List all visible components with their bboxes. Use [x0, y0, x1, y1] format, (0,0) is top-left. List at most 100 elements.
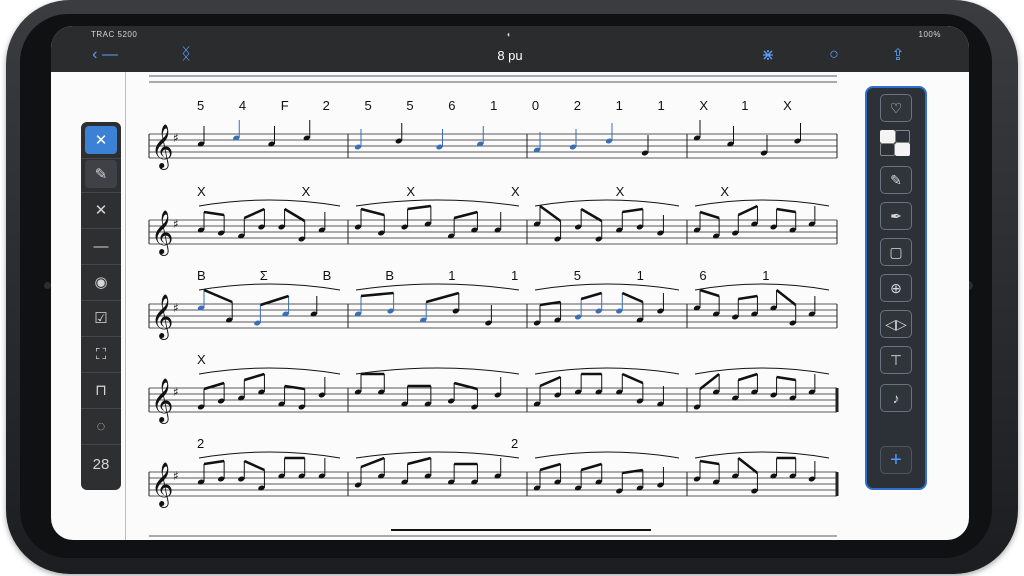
status-battery: 100% — [918, 30, 941, 39]
fingering-number: 4 — [239, 98, 246, 113]
heart-tag-icon[interactable]: ♡ — [880, 94, 912, 122]
status-carrier: TRAC 5200 — [91, 30, 138, 39]
beam — [283, 207, 306, 223]
fingering-number: 1 — [741, 98, 748, 113]
beam — [737, 457, 759, 474]
beam — [580, 207, 603, 223]
fingering-number: X — [699, 98, 708, 113]
treble-clef: 𝄞 — [151, 378, 173, 424]
toolbar-divider — [81, 192, 121, 193]
beam — [243, 207, 265, 220]
key-signature: ♯ — [173, 385, 179, 399]
treble-clef: 𝄞 — [151, 210, 173, 256]
toolbar-divider — [81, 158, 121, 159]
slur — [355, 451, 520, 459]
close-icon[interactable]: ✕ — [85, 126, 117, 154]
color-swatch[interactable] — [880, 130, 914, 160]
beam — [699, 288, 720, 298]
fingering-number: X — [783, 98, 792, 113]
fingering-number: X — [197, 352, 206, 367]
fingering-number: B — [323, 268, 332, 283]
toolbar-divider — [81, 444, 121, 445]
share-icon[interactable]: ⇪ — [887, 45, 909, 65]
fingering-number: 1 — [637, 268, 644, 283]
fingering-number: 5 — [364, 98, 371, 113]
beam — [539, 204, 562, 223]
stamp-icon[interactable]: ⊤ — [880, 346, 912, 374]
fingering-number: Σ — [260, 268, 268, 283]
slur — [198, 451, 341, 459]
notes-icon[interactable]: 28 — [85, 450, 117, 478]
fingering-number: 1 — [616, 98, 623, 113]
beam — [360, 456, 385, 469]
eye-icon[interactable]: ◉ — [85, 268, 117, 296]
edit-icon[interactable]: ✎ — [880, 166, 912, 194]
beam — [580, 291, 603, 301]
slur — [534, 199, 680, 207]
grid-icon[interactable]: ⋇ — [757, 45, 779, 65]
beam — [738, 294, 758, 301]
line-icon[interactable]: — — [85, 232, 117, 260]
camera-dot — [44, 282, 51, 289]
slur — [534, 451, 680, 459]
fingering-number: 1 — [762, 268, 769, 283]
beam — [737, 372, 758, 382]
slur — [534, 367, 680, 375]
treble-clef: 𝄞 — [151, 462, 173, 508]
x-icon[interactable]: ✕ — [85, 196, 117, 224]
key-signature: ♯ — [173, 217, 179, 231]
frame-icon[interactable]: ⊓ — [85, 376, 117, 404]
fingering-number: X — [511, 184, 520, 199]
beam — [203, 210, 225, 217]
fingering-number: 1 — [658, 98, 665, 113]
key-signature: ♯ — [173, 301, 179, 315]
slur — [355, 283, 520, 291]
music-icon[interactable]: ♪ — [880, 384, 912, 412]
fingering-number: X — [616, 184, 625, 199]
globe-icon[interactable]: ⊕ — [880, 274, 912, 302]
selection-icon[interactable]: ⛶ — [85, 340, 117, 368]
toolbar-divider — [81, 372, 121, 373]
beam — [699, 459, 720, 466]
beam — [775, 289, 797, 306]
check-box-icon[interactable]: ☑ — [85, 304, 117, 332]
beam — [737, 204, 758, 217]
status-indicator: ◖ — [506, 30, 512, 39]
beam — [360, 207, 385, 217]
beam — [407, 456, 432, 466]
add-button[interactable]: + — [880, 446, 912, 474]
beam — [776, 207, 796, 214]
pencil-icon[interactable]: ✎ — [85, 160, 117, 188]
fingering-number: 5 — [406, 98, 413, 113]
key-signature: ♯ — [173, 469, 179, 483]
screen: TRAC 5200 ◖ 100% ‹ — ᛝ 8 pu ⋇ ○ ⇪ 𝄞 ♯ 5 4 F 2… — [51, 26, 969, 540]
fingering-number: 5 — [197, 98, 204, 113]
slur — [198, 199, 341, 207]
slur — [198, 367, 341, 375]
left-toolbar: ✕ ✎ ✕ — ◉ ☑ ⛶ ⊓ ◌ 28 — [81, 122, 121, 490]
flip-icon[interactable]: ◁▷ — [880, 310, 912, 338]
sheet-music: 𝄞 ♯ 5 4 F 2 5 5 6 1 0 2 1 1 X 1 X 𝄞 ♯ X X X X X X 𝄞 ♯ B Σ B B 1 1 5 1 6 1 𝄞 ♯ X… — [51, 72, 969, 540]
toolbar-divider — [81, 336, 121, 337]
beam — [243, 459, 265, 472]
fingering-number: 1 — [448, 268, 455, 283]
beam — [407, 204, 432, 211]
slur — [534, 283, 680, 291]
pen-icon[interactable]: ✒ — [880, 202, 912, 230]
beam — [360, 291, 394, 298]
fingering-number: 2 — [323, 98, 330, 113]
beam — [776, 375, 796, 382]
score-canvas[interactable]: 𝄞 ♯5 4 F 2 5 5 6 1 0 2 1 1 X 1 X𝄞 ♯X X X X X X𝄞 ♯B Σ B B 1 1 5 1 6 1𝄞 ♯X… — [51, 72, 969, 540]
slur — [198, 283, 341, 291]
lasso-icon[interactable]: ◌ — [85, 412, 117, 440]
fingering-number: 6 — [699, 268, 706, 283]
beam — [621, 372, 644, 385]
beam — [699, 210, 720, 220]
page-icon[interactable]: ▢ — [880, 238, 912, 266]
fingering-number: X — [197, 184, 206, 199]
fingering-number: F — [281, 98, 289, 113]
search-icon[interactable]: ○ — [823, 45, 845, 65]
fingering-number: X — [302, 184, 311, 199]
toolbar-divider — [81, 264, 121, 265]
slur — [694, 451, 830, 459]
